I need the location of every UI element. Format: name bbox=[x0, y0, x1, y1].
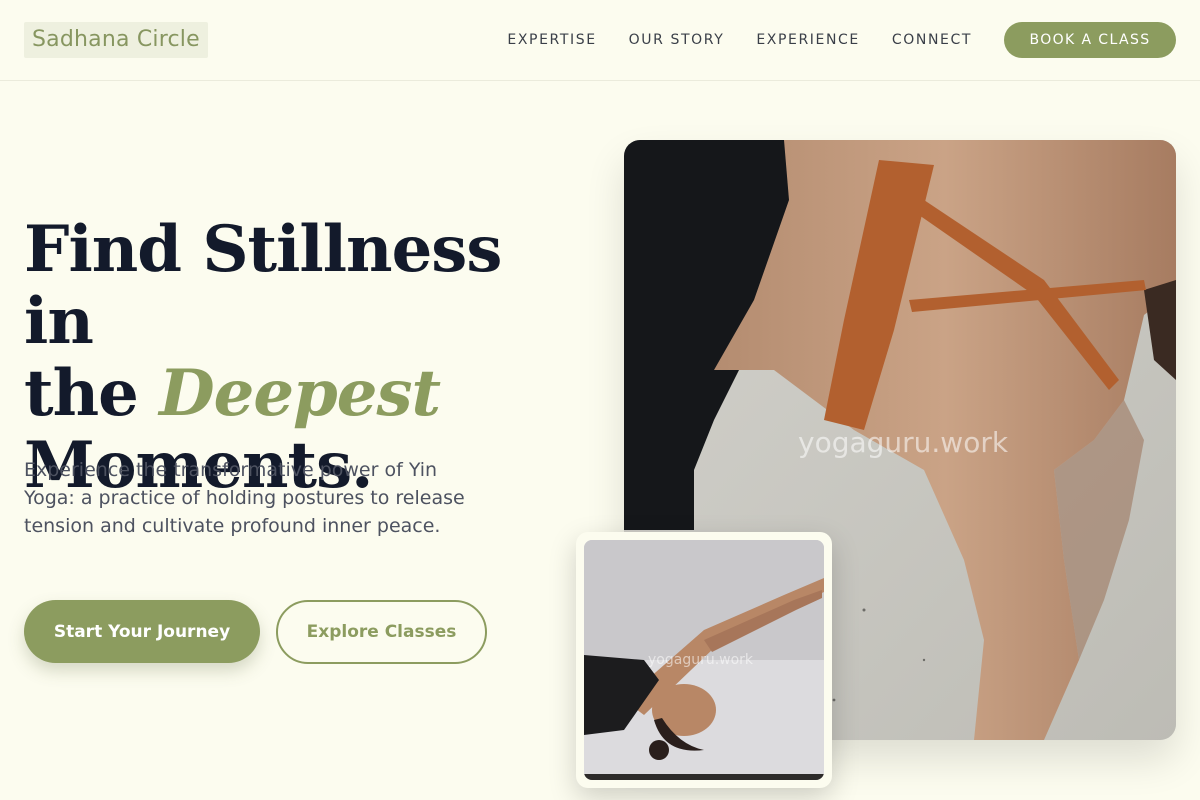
hero-title-accent: Deepest bbox=[159, 356, 441, 431]
book-a-class-button[interactable]: BOOK A CLASS bbox=[1004, 22, 1176, 58]
hero-secondary-photo-frame: yogaguru.work bbox=[576, 532, 832, 788]
site-header: Sadhana Circle EXPERTISE OUR STORY EXPER… bbox=[0, 0, 1200, 81]
main-photo-watermark: yogaguru.work bbox=[798, 426, 1009, 459]
nav-link-expertise[interactable]: EXPERTISE bbox=[507, 30, 596, 50]
nav-link-experience[interactable]: EXPERIENCE bbox=[756, 30, 860, 50]
nav-link-our-story[interactable]: OUR STORY bbox=[629, 30, 725, 50]
secondary-photo-watermark: yogaguru.work bbox=[648, 652, 754, 668]
hero-title-line2-prefix: the bbox=[24, 356, 160, 431]
nav-link-connect[interactable]: CONNECT bbox=[892, 30, 972, 50]
start-journey-button[interactable]: Start Your Journey bbox=[24, 600, 260, 663]
explore-classes-button[interactable]: Explore Classes bbox=[276, 600, 487, 664]
main-nav: EXPERTISE OUR STORY EXPERIENCE CONNECT bbox=[507, 30, 972, 50]
brand-logo[interactable]: Sadhana Circle bbox=[24, 22, 208, 58]
hero-secondary-photo: yogaguru.work bbox=[584, 540, 824, 780]
hero-title-line1: Find Stillness in bbox=[24, 212, 502, 359]
hero-description: Experience the transformative power of Y… bbox=[24, 459, 465, 537]
